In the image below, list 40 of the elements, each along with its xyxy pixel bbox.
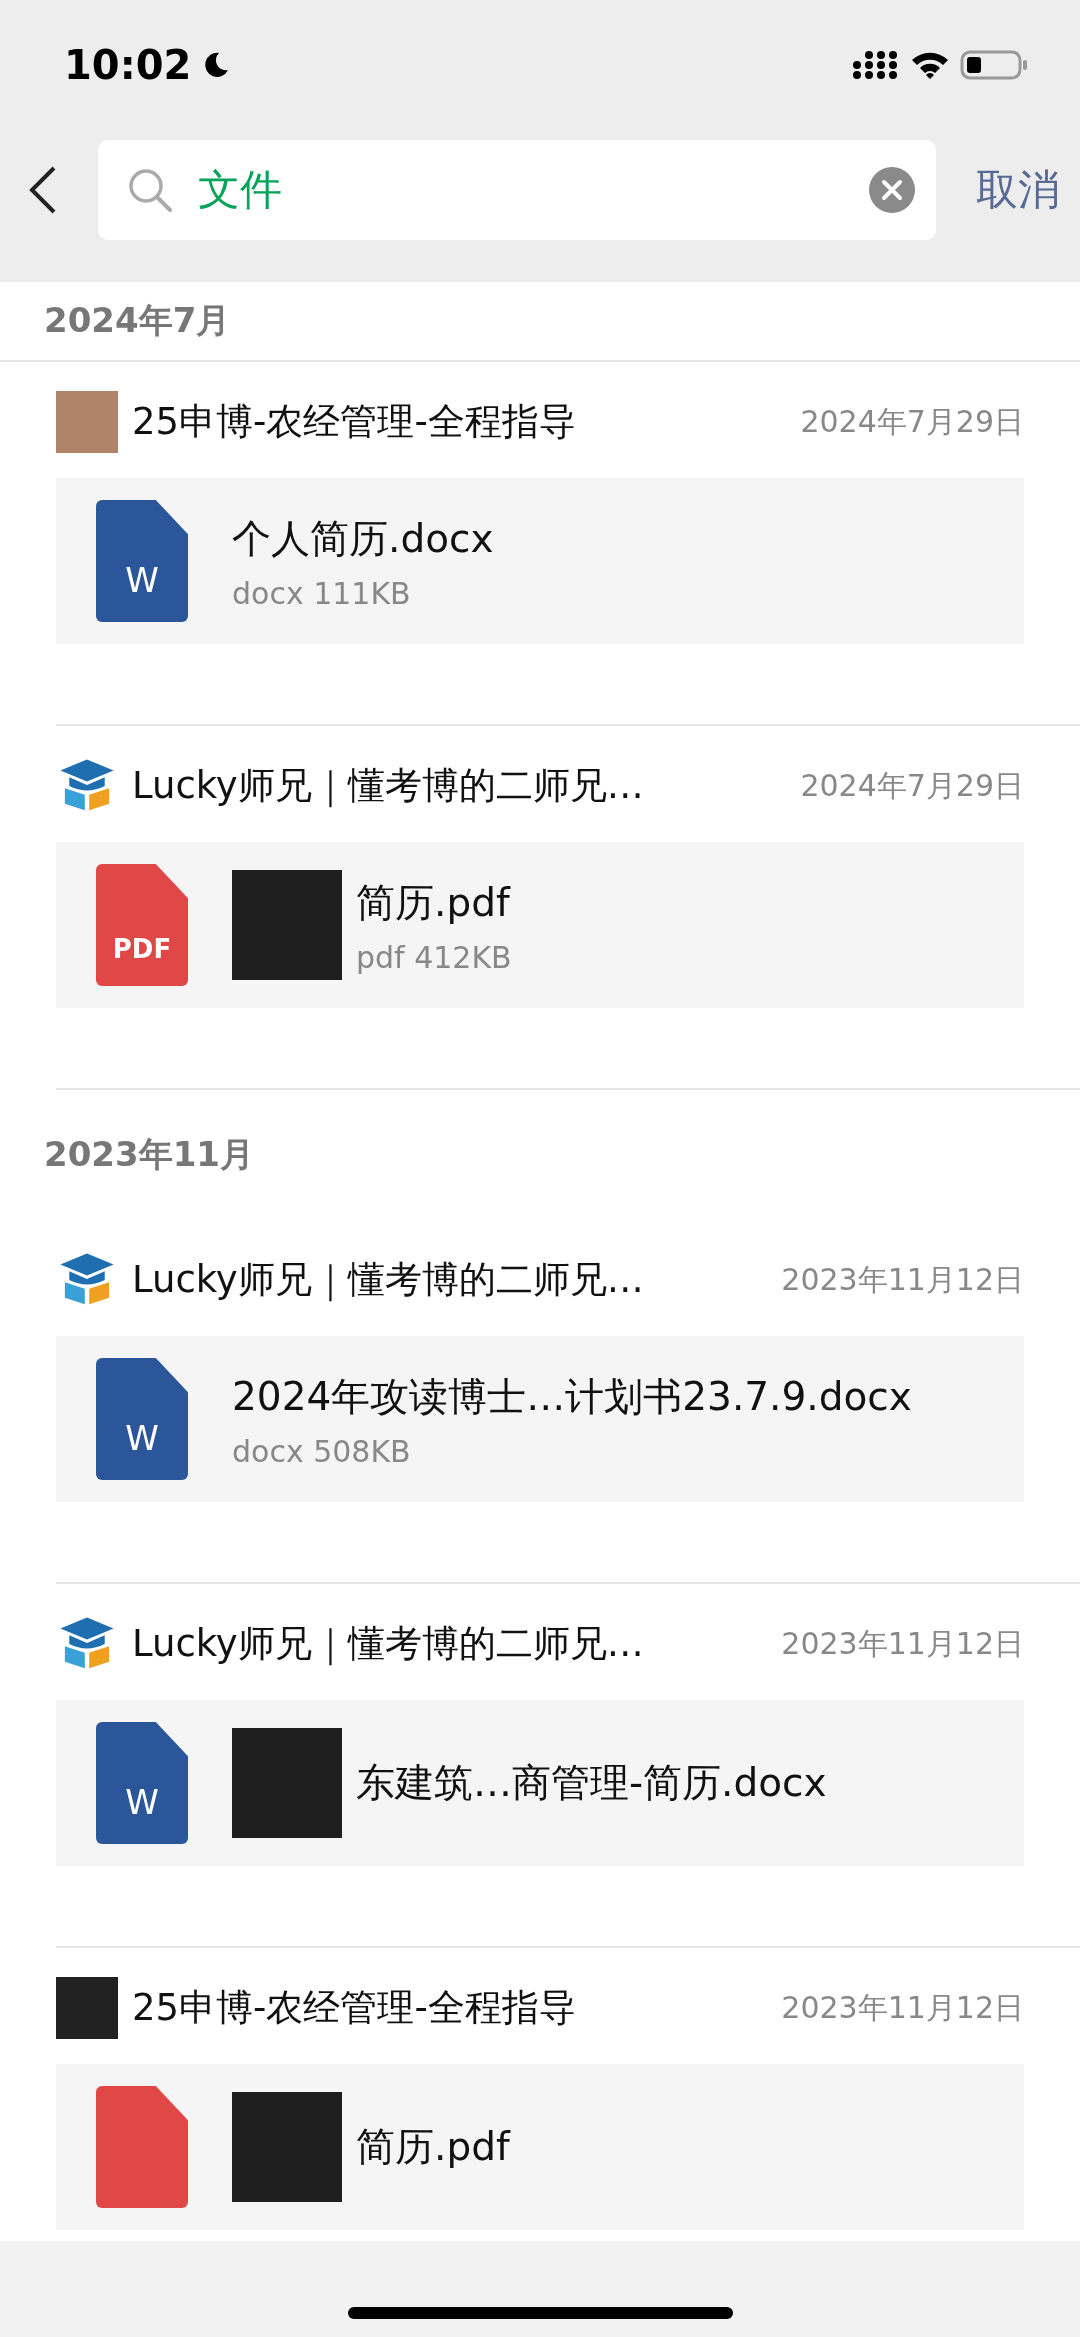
file-size: pdf 412KB [356,939,512,975]
file-name: 个人简历.docx [232,514,494,563]
back-icon[interactable] [28,165,58,215]
sender-name: 25申博-农经管理-全程指导 [132,399,577,445]
wifi-icon [910,50,950,80]
sender-name: Lucky师兄｜懂考博的二师兄… [132,1257,645,1304]
section-header: 2024年7月 [0,282,1080,362]
signal-icon [852,50,900,80]
message-date: 2023年11月12日 [781,1988,1024,2027]
file-icon: W [96,1722,188,1844]
section-header: 2023年11月 [43,1133,255,1176]
battery-icon [960,49,1030,81]
file-size: docx 111KB [232,575,412,611]
file-name: 简历.pdf [356,2123,510,2171]
file-icon: PDF [96,864,188,986]
file-card[interactable]: W 2024年攻读博士…计划书23.7.9.docx docx 508KB [56,1336,1024,1502]
message-date: 2023年11月12日 [781,1260,1024,1299]
sender-name: 25申博-农经管理-全程指导 [132,1985,577,2031]
message-date: 2023年11月12日 [781,1624,1024,1663]
sender-name: Lucky师兄｜懂考博的二师兄… [132,1621,645,1668]
file-name: 简历.pdf [356,878,512,927]
file-card[interactable]: 简历.pdf [56,2064,1024,2230]
sender-name: Lucky师兄｜懂考博的二师兄… [132,763,645,810]
file-size: docx 508KB [232,1433,412,1469]
file-card[interactable]: PDF 简历.pdf pdf 412KB [56,842,1024,1008]
file-card[interactable]: W 东建筑…商管理-简历.docx [56,1700,1024,1866]
file-icon [96,2086,188,2208]
status-time: 10:02 [64,42,192,88]
file-name: 2024年攻读博士…计划书23.7.9.docx [232,1372,912,1421]
message-date: 2024年7月29日 [800,766,1024,805]
message-date: 2024年7月29日 [800,402,1024,441]
file-icon: W [96,1358,188,1480]
file-icon: W [96,500,188,622]
clear-icon[interactable] [868,166,916,214]
cancel-button[interactable]: 取消 [976,162,1060,218]
file-name: 东建筑…商管理-简历.docx [356,1759,827,1807]
avatar [56,391,118,453]
redaction-mark [56,1977,118,2039]
file-card[interactable]: W 个人简历.docx docx 111KB [56,478,1024,644]
search-icon [126,166,174,214]
